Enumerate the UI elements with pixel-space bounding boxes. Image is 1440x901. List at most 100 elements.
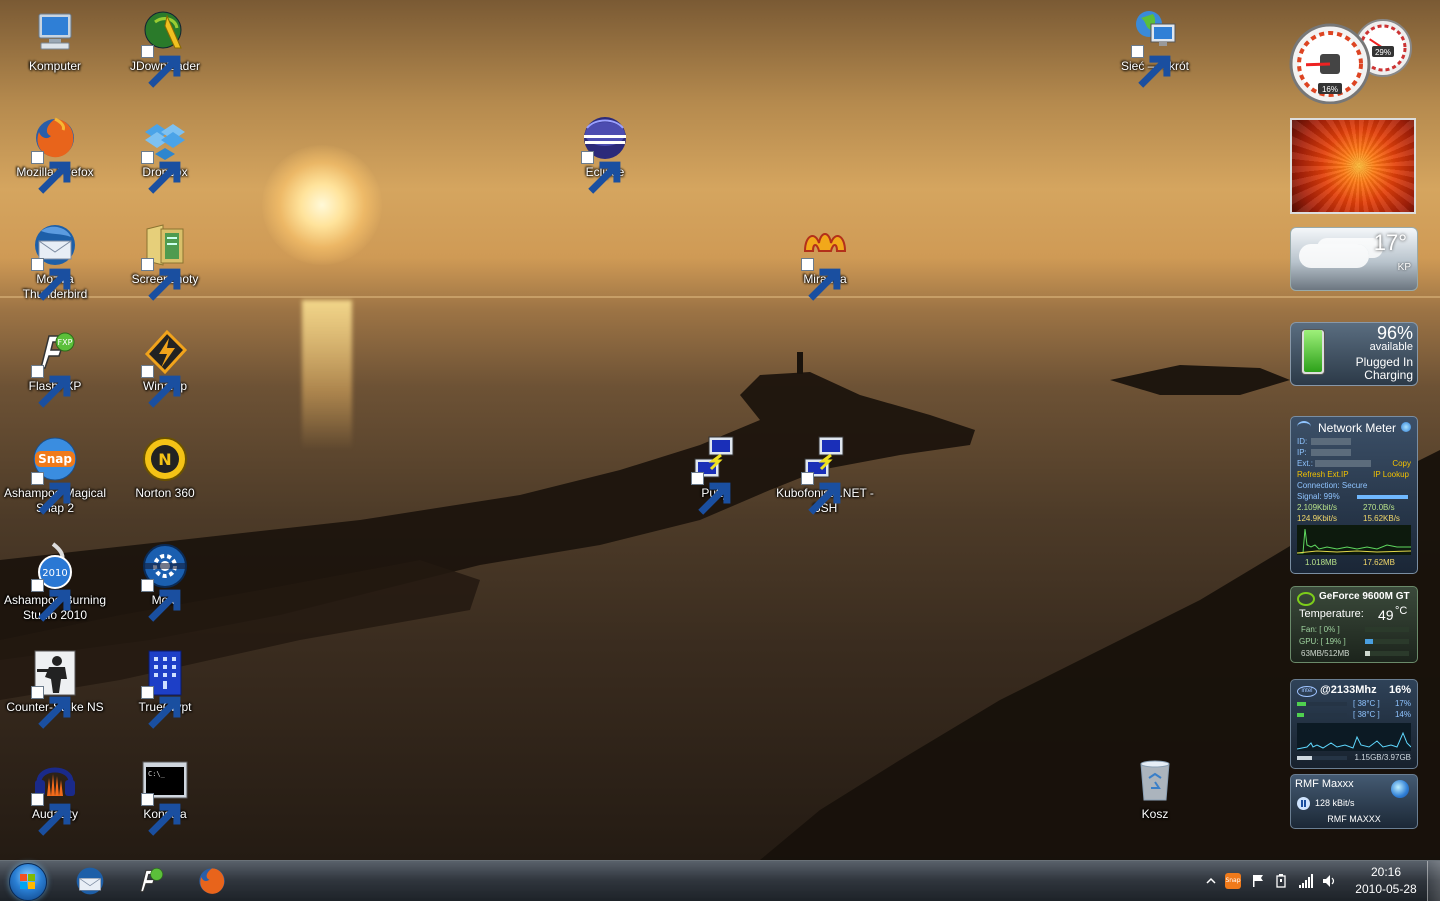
- ram-bar-fill: [1297, 756, 1312, 760]
- flag-icon: [1253, 875, 1263, 887]
- desktop-icon-miranda[interactable]: Miranda: [770, 221, 880, 301]
- miranda-icon: [801, 221, 849, 301]
- shortcut-arrow-icon: [141, 45, 181, 88]
- windows-logo-icon: [9, 863, 47, 901]
- battery-level-fill: [1304, 329, 1322, 372]
- flashfxp-icon: [140, 868, 163, 893]
- weather-gadget[interactable]: 17° KP: [1290, 227, 1418, 291]
- redacted-ext-ip: [1315, 460, 1371, 467]
- putty-icon: [801, 435, 849, 515]
- svg-text:C:\_: C:\_: [148, 770, 166, 778]
- desktop-icon-counterstrike[interactable]: Counter-Strike NS: [0, 649, 110, 729]
- desktop-icon-recycle-bin[interactable]: Kosz: [1100, 756, 1210, 822]
- desktop-icon-audacity[interactable]: Audacity: [0, 756, 110, 836]
- winamp-icon: [141, 328, 189, 408]
- radio-title: RMF Maxxx: [1295, 778, 1354, 790]
- desktop-icon-eclipse[interactable]: Eclipse: [550, 114, 660, 194]
- tray-power-icon[interactable]: [1273, 873, 1289, 889]
- desktop-icon-truecrypt[interactable]: TrueCrypt: [110, 649, 220, 729]
- power-plug-icon: [1276, 874, 1286, 888]
- core1-bar-fill: [1297, 702, 1306, 706]
- speaker-icon: [1323, 875, 1335, 887]
- upload-rate: 2.109Kbit/s: [1297, 503, 1338, 512]
- counterstrike-icon: [31, 649, 79, 729]
- core2-load: 14%: [1394, 710, 1411, 719]
- desktop-icon-jdownloader[interactable]: JDownloader: [110, 8, 220, 88]
- gpu-fan: Fan: [ 0% ]: [1301, 625, 1340, 634]
- cpu-usage-graph: [1297, 723, 1411, 751]
- ip-lookup-link[interactable]: IP Lookup: [1373, 470, 1409, 479]
- signal-strength: Signal: 99%: [1297, 492, 1340, 501]
- battery-charging: Charging: [1364, 368, 1413, 382]
- svg-text:2010: 2010: [42, 568, 67, 579]
- network-ip-label: IP:: [1297, 448, 1307, 457]
- pause-button[interactable]: [1297, 797, 1310, 810]
- download-rate: 124.9Kbit/s: [1297, 514, 1338, 523]
- gpu-temperature-label: Temperature:: [1299, 608, 1364, 620]
- start-button[interactable]: [4, 861, 50, 901]
- slideshow-gadget[interactable]: [1290, 118, 1416, 214]
- tray-action-center-icon[interactable]: [1250, 873, 1266, 889]
- thunderbird-icon: [31, 221, 79, 301]
- weather-temperature: 17°: [1373, 230, 1407, 255]
- tray-volume-icon[interactable]: [1321, 873, 1337, 889]
- truecrypt-icon: [141, 649, 189, 729]
- thunderbird-icon: [76, 867, 104, 895]
- desktop-icon-burning-studio[interactable]: 2010 Ashampoo Burning Studio 2010: [0, 542, 110, 623]
- shortcut-arrow-icon: [691, 472, 731, 515]
- desktop-icon-network[interactable]: Sieć — skrót: [1100, 8, 1210, 88]
- connection-status: Connection: Secure: [1297, 481, 1368, 490]
- copy-link[interactable]: Copy: [1392, 459, 1411, 468]
- shortcut-arrow-icon: [1131, 45, 1171, 88]
- desktop-icon-screenshoty[interactable]: Screenshoty: [110, 221, 220, 301]
- network-traffic-graph: [1297, 525, 1411, 555]
- taskbar-pinned-flashfxp[interactable]: [126, 861, 174, 901]
- tray-network-icon[interactable]: [1298, 873, 1314, 889]
- eclipse-icon: [581, 114, 629, 194]
- taskbar-pinned-firefox[interactable]: [188, 861, 236, 901]
- signal-bars-icon: [1299, 874, 1313, 888]
- intel-icon: intel: [1297, 686, 1317, 697]
- computer-icon: [31, 8, 79, 56]
- taskbar-pinned-thunderbird[interactable]: [66, 861, 114, 901]
- cpu-meter-gadget[interactable]: 29% 16%: [1288, 8, 1416, 105]
- svg-text:N: N: [158, 450, 171, 469]
- refresh-ext-ip-link[interactable]: Refresh Ext.IP: [1297, 470, 1349, 479]
- desktop-icon-konsola[interactable]: C:\_ Konsola: [110, 756, 220, 836]
- icon-label: Norton 360: [135, 486, 195, 500]
- cloud-icon: [1299, 244, 1369, 268]
- show-desktop-button[interactable]: [1427, 861, 1440, 901]
- gpu-monitor-gadget[interactable]: GeForce 9600M GT Temperature: 49 °C Fan:…: [1290, 586, 1418, 663]
- network-meter-gadget[interactable]: Network Meter ID: IP: Ext.: Copy Refresh…: [1290, 416, 1418, 574]
- desktop-icon-kubofonista[interactable]: Kubofonista.NET - SSH: [770, 435, 880, 516]
- cpu-needle: [1305, 62, 1331, 67]
- burning-studio-icon: 2010: [31, 542, 79, 622]
- globe-icon: [1391, 780, 1409, 798]
- battery-gadget[interactable]: 96% available Plugged In Charging: [1290, 322, 1418, 386]
- desktop-icon-thunderbird[interactable]: Mozilla Thunderbird: [0, 221, 110, 302]
- wifi-icon: [1297, 421, 1311, 433]
- gpu-load: GPU: [ 19% ]: [1299, 637, 1346, 646]
- desktop-icon-firefox[interactable]: Mozilla Firefox: [0, 114, 110, 194]
- cpu-monitor-gadget[interactable]: intel @2133Mhz 16% [ 38°C ] 17% [ 38°C ]…: [1290, 679, 1418, 769]
- desktop-icon-winamp[interactable]: Winamp: [110, 328, 220, 408]
- desktop-icon-mom[interactable]: MoM: [110, 542, 220, 622]
- tray-snap-icon[interactable]: Snap: [1225, 873, 1241, 889]
- desktop-icon-norton[interactable]: N Norton 360: [110, 435, 220, 501]
- desktop-icon-snap[interactable]: Snap Ashampoo Magical Snap 2: [0, 435, 110, 516]
- desktop-icon-flashfxp[interactable]: FXP FlashFXP: [0, 328, 110, 408]
- shortcut-arrow-icon: [141, 365, 181, 408]
- gpu-temperature: 49: [1378, 607, 1394, 623]
- desktop-icon-komputer[interactable]: Komputer: [0, 8, 110, 74]
- radio-gadget[interactable]: RMF Maxxx 128 kBit/s RMF MAXXX: [1290, 774, 1418, 829]
- shortcut-arrow-icon: [801, 258, 841, 301]
- clock[interactable]: 20:16 2010-05-28: [1346, 864, 1426, 898]
- show-hidden-icons-button[interactable]: [1203, 873, 1219, 889]
- download-total: 17.62MB: [1363, 558, 1396, 567]
- shortcut-arrow-icon: [31, 365, 71, 408]
- snap-icon: Snap: [1225, 873, 1241, 889]
- ram-bar: [1297, 756, 1347, 760]
- desktop-icon-putty[interactable]: Putty: [660, 435, 770, 515]
- norton-icon: N: [141, 435, 189, 483]
- desktop-icon-dropbox[interactable]: Dropbox: [110, 114, 220, 194]
